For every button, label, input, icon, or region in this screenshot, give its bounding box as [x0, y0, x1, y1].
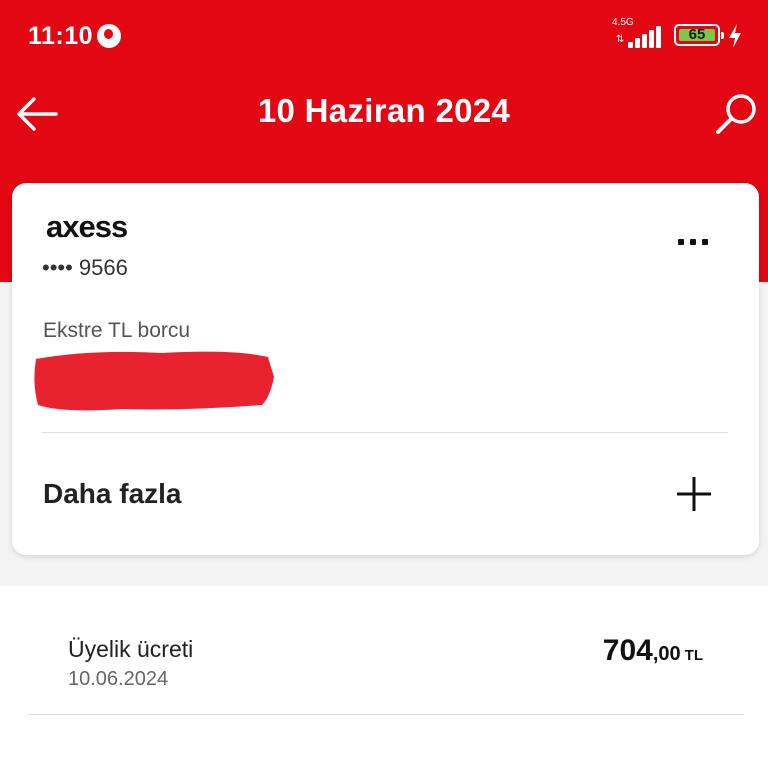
battery-icon: 65 — [674, 24, 724, 46]
data-arrows-icon: ⇅ — [616, 34, 625, 45]
show-more-row[interactable]: Daha fazla — [12, 443, 759, 543]
statement-debt-label: Ekstre TL borcu — [43, 319, 191, 342]
status-time: 11:10 — [28, 22, 94, 50]
page-title: 10 Haziran 2024 — [257, 92, 511, 129]
more-options-button[interactable] — [672, 229, 714, 253]
amount-decimal: ,00 — [652, 643, 681, 665]
card-brand-logo: axess — [46, 209, 128, 244]
app-notification-icon — [97, 24, 121, 48]
transaction-row[interactable]: Üyelik ücreti 10.06.2024 704,00 TL — [28, 618, 744, 716]
battery-level: 65 — [688, 26, 706, 43]
status-bar: 11:10 4.5G ⇅ 65 — [0, 0, 768, 72]
search-button[interactable] — [712, 90, 762, 138]
credit-card-summary: axess •••• 9566 Ekstre TL borcu Daha faz… — [12, 183, 759, 555]
plus-icon — [677, 477, 711, 511]
transaction-divider — [28, 714, 744, 715]
redacted-amount — [34, 351, 275, 411]
signal-icon — [628, 24, 662, 48]
card-divider — [42, 432, 728, 433]
amount-integer: 704 — [602, 634, 653, 667]
charging-icon — [729, 24, 741, 48]
search-icon — [716, 94, 756, 134]
card-masked-number: •••• 9566 — [42, 255, 128, 280]
show-more-label: Daha fazla — [43, 478, 182, 509]
transaction-amount: 704,00 TL — [603, 634, 703, 668]
transaction-title: Üyelik ücreti — [68, 636, 194, 662]
transaction-date: 10.06.2024 — [68, 668, 169, 690]
amount-currency: TL — [684, 647, 703, 664]
more-horizontal-icon — [678, 239, 684, 245]
